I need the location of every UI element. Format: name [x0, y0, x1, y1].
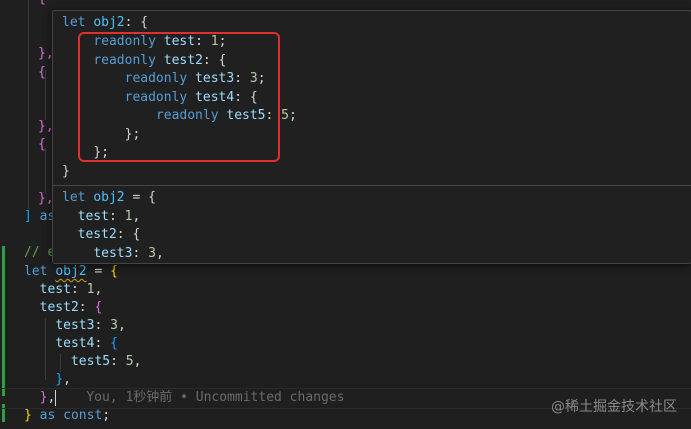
type-signature-line: let obj2: { [62, 15, 149, 30]
text-cursor [55, 389, 57, 406]
hover-tooltip[interactable]: let obj2: { readonly test: 1; readonly t… [52, 10, 691, 264]
code-line: }, [55, 372, 71, 387]
code-line: test5: 5, [70, 354, 142, 369]
indent-guide [28, 0, 29, 212]
source-preview-line: let obj2 = { [62, 190, 156, 205]
code-line: { [38, 137, 46, 152]
source-preview-line: test3: 3, [93, 245, 164, 261]
git-change-indicator[interactable] [2, 246, 5, 396]
indent-guide [45, 148, 46, 194]
source-preview-line: test2: { [77, 227, 141, 242]
git-blame-annotation: You, 1秒钟前 • Uncommitted changes [86, 390, 345, 405]
readonly-highlight-box [78, 32, 280, 162]
obj2-identifier[interactable]: obj2 [55, 264, 86, 279]
type-signature-line: } [62, 163, 70, 179]
watermark-text: @稀土掘金技术社区 [551, 399, 677, 415]
code-line: test2: { [39, 300, 103, 315]
code-line: } as const; [24, 408, 111, 423]
code-line[interactable]: }, You, 1秒钟前 • Uncommitted changes [24, 389, 344, 407]
hover-divider [53, 185, 691, 186]
source-preview-line: test: 1, [77, 208, 141, 224]
code-line: let obj2 = { [24, 264, 118, 279]
code-line: { [38, 0, 46, 8]
code-line: test: 1, [39, 282, 103, 297]
code-comment: // e [24, 245, 56, 260]
code-line: ] as [24, 209, 56, 224]
code-line: test3: 3, [55, 318, 126, 333]
code-line: { [38, 65, 46, 80]
code-line: test4: { [55, 336, 118, 351]
